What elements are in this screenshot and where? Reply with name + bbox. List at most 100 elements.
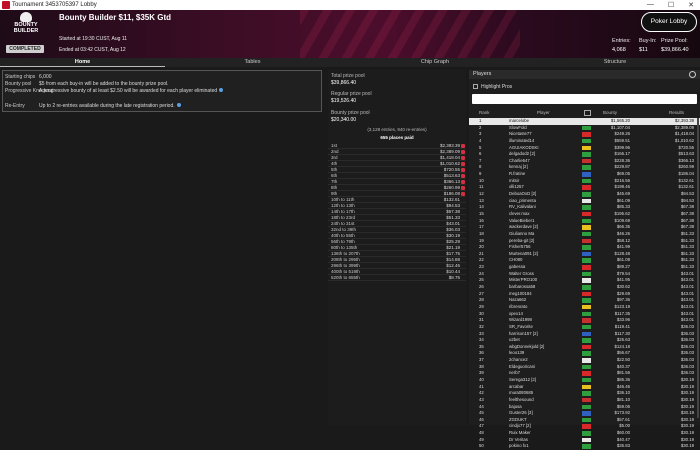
country-flag-icon: [582, 318, 591, 323]
player-row[interactable]: 27 meg100184 $29.69 $43.01: [469, 291, 700, 298]
players-title: Players: [473, 71, 492, 77]
tab-chip-graph[interactable]: Chip Graph: [340, 58, 530, 67]
player-row[interactable]: 44 bajusa $59.06 $30.19: [469, 404, 700, 411]
player-row[interactable]: 30 xpex14 $117.35 $43.01: [469, 311, 700, 318]
info-icon[interactable]: [219, 88, 224, 92]
player-row[interactable]: 5 AGUIAKODSKI $399.96 $720.55: [469, 145, 700, 152]
player-row[interactable]: 50 pokino fx1 $35.83 $30.19: [469, 443, 700, 450]
country-flag-icon: [582, 119, 591, 124]
bounty-marker-icon: [461, 162, 465, 166]
poker-lobby-button[interactable]: Poker Lobby: [641, 12, 697, 32]
country-flag-icon: [582, 444, 591, 449]
bounty-marker-icon: [461, 144, 465, 148]
players-scrollbar[interactable]: [697, 118, 699, 418]
player-row[interactable]: 1 marcelobe $1,565.20 $2,393.39: [469, 118, 700, 125]
player-row[interactable]: 40 Serega312 [2] $85.36 $30.19: [469, 377, 700, 384]
regular-prize-label: Regular prize pool: [331, 91, 372, 97]
tab-home[interactable]: Home: [0, 58, 165, 67]
player-row[interactable]: 29 ribrenrato $123.19 $43.01: [469, 304, 700, 311]
country-flag-icon: [582, 218, 591, 224]
country-flag-icon: [582, 211, 591, 217]
bounty-marker-icon: [461, 156, 465, 160]
country-flag-icon: [582, 205, 591, 210]
highlight-pros-toggle[interactable]: Highlight Pros: [473, 84, 512, 90]
player-row[interactable]: 7 Charlie647 $228.36 $366.13: [469, 158, 700, 165]
banner-decoration: [300, 10, 520, 58]
player-row[interactable]: 25 MisterPRO100 $41.95 $43.01: [469, 277, 700, 284]
player-row[interactable]: 47 cindjx77 [2] $5.00 $30.19: [469, 423, 700, 430]
country-flag-icon: [582, 304, 591, 310]
player-row[interactable]: 34 u2bet $25.63 $36.03: [469, 337, 700, 344]
player-row[interactable]: 6 delgadod2 [2] $166.17 $513.63: [469, 151, 700, 158]
player-row[interactable]: 36 leoo139 $56.67 $36.03: [469, 350, 700, 357]
player-row[interactable]: 37 2chance2 $22.50 $36.03: [469, 357, 700, 364]
player-row[interactable]: 21 Murtena091 [2] $128.48 $51.33: [469, 251, 700, 258]
player-row[interactable]: 49 Dr Veritas $40.47 $30.19: [469, 437, 700, 444]
player-row[interactable]: 10 mitsir $216.56 $132.61: [469, 178, 700, 185]
player-row[interactable]: 42 mura080685 $36.10 $30.19: [469, 390, 700, 397]
rank-column[interactable]: Rank: [479, 110, 490, 115]
country-flag-icon: [582, 338, 591, 343]
country-flag-icon: [582, 404, 591, 410]
results-column[interactable]: Results: [669, 110, 684, 115]
close-button[interactable]: ✕: [688, 1, 694, 9]
flag-column-icon[interactable]: [584, 110, 591, 116]
player-row[interactable]: 9 R.fratine $69.05 $186.04: [469, 171, 700, 178]
info-icon[interactable]: [176, 103, 181, 107]
player-row[interactable]: 28 Naza662 $97.36 $43.01: [469, 297, 700, 304]
player-row[interactable]: 18 Giulianno Ma $46.26 $51.33: [469, 231, 700, 238]
player-row[interactable]: 41 arcabar $46.46 $30.19: [469, 384, 700, 391]
progressive-knockout-value: A progressive bounty of at least $2.50 w…: [39, 88, 218, 94]
bounty-column[interactable]: Bounty: [603, 110, 617, 115]
player-row[interactable]: 22 CH080 $61.08 $51.33: [469, 257, 700, 264]
country-flag-icon: [582, 238, 591, 244]
player-column[interactable]: Player: [537, 110, 550, 115]
player-row[interactable]: 4 illuminated14 $559.51 $1,010.62: [469, 138, 700, 145]
logo-text: BOUNTY BUILDER: [13, 22, 39, 34]
player-row[interactable]: 2 SlowFold $1,107.04 $2,389.09: [469, 125, 700, 132]
country-flag-icon: [582, 278, 591, 283]
country-flag-icon: [582, 285, 591, 290]
player-row[interactable]: 20 Fisher5756 $41.99 $51.33: [469, 244, 700, 251]
player-row[interactable]: 32 SR_Favorite $119.41 $36.03: [469, 324, 700, 331]
highlight-pros-checkbox[interactable]: [473, 84, 478, 90]
maximize-button[interactable]: ☐: [668, 1, 674, 9]
country-flag-icon: [582, 152, 591, 157]
player-row[interactable]: 31 Wizard1998 $33.96 $43.01: [469, 317, 700, 324]
player-row[interactable]: 23 gabessa $89.27 $51.33: [469, 264, 700, 271]
player-row[interactable]: 16 ValueBieber1 $109.69 $67.38: [469, 218, 700, 225]
minimize-button[interactable]: —: [647, 1, 654, 9]
player-row[interactable]: 8 kennaj [2] $229.87 $260.99: [469, 164, 700, 171]
player-row[interactable]: 48 Ruix Maker $60.00 $30.19: [469, 430, 700, 437]
player-row[interactable]: 19 pereba-git [2] $58.12 $51.33: [469, 238, 700, 245]
player-row[interactable]: 26 barbarossa58 $30.62 $43.01: [469, 284, 700, 291]
player-row[interactable]: 45 Guster26 [3] $173.92 $30.19: [469, 410, 700, 417]
payout-place: 520th to 655th: [331, 275, 360, 280]
player-row[interactable]: 11 olli1257 $198.46 $132.61: [469, 184, 700, 191]
player-row[interactable]: 46 ZGDUKT $57.61 $30.19: [469, 417, 700, 424]
player-row[interactable]: 39 nerb7 $81.56 $36.03: [469, 370, 700, 377]
player-row[interactable]: 35 wbgDonnekjold [2] $124.18 $36.03: [469, 344, 700, 351]
player-row[interactable]: 33 harrison157 [2] $117.30 $36.03: [469, 331, 700, 338]
player-row[interactable]: 38 Eldeguoricani $40.37 $36.03: [469, 364, 700, 371]
buyin-label: Buy-In:: [639, 38, 657, 44]
tab-structure[interactable]: Structure: [530, 58, 700, 67]
player-row[interactable]: 12 DeboaOxD [2] $45.69 $94.53: [469, 191, 700, 198]
player-row[interactable]: 43 feelthesound $81.10 $30.19: [469, 397, 700, 404]
country-flag-icon: [582, 298, 591, 303]
search-icon[interactable]: [689, 71, 696, 78]
players-panel: Players Highlight Pros Rank Player Bount…: [469, 70, 700, 449]
payout-row: 520th to 655th $8.75: [328, 275, 466, 281]
player-row[interactable]: 17 wackerdave [2] $66.35 $67.38: [469, 224, 700, 231]
total-prize-value: $39,866.40: [331, 80, 357, 86]
player-row[interactable]: 14 RV_Kalivalani $85.33 $67.38: [469, 204, 700, 211]
player-search-input[interactable]: [472, 94, 697, 104]
country-flag-icon: [582, 358, 591, 363]
prize-pool-label: Prize Pool:: [661, 38, 688, 44]
bounty-pool-value: $5 from each buy-in will be added to the…: [39, 81, 169, 87]
tab-tables[interactable]: Tables: [165, 58, 340, 67]
player-row[interactable]: 24 Walter Gross $79.54 $43.01: [469, 271, 700, 278]
player-row[interactable]: 13 ciao_primenta $61.09 $94.53: [469, 198, 700, 205]
player-row[interactable]: 15 clever.max $195.62 $67.38: [469, 211, 700, 218]
player-row[interactable]: 3 Nicetaste77 $249.26 $1,418.04: [469, 131, 700, 138]
